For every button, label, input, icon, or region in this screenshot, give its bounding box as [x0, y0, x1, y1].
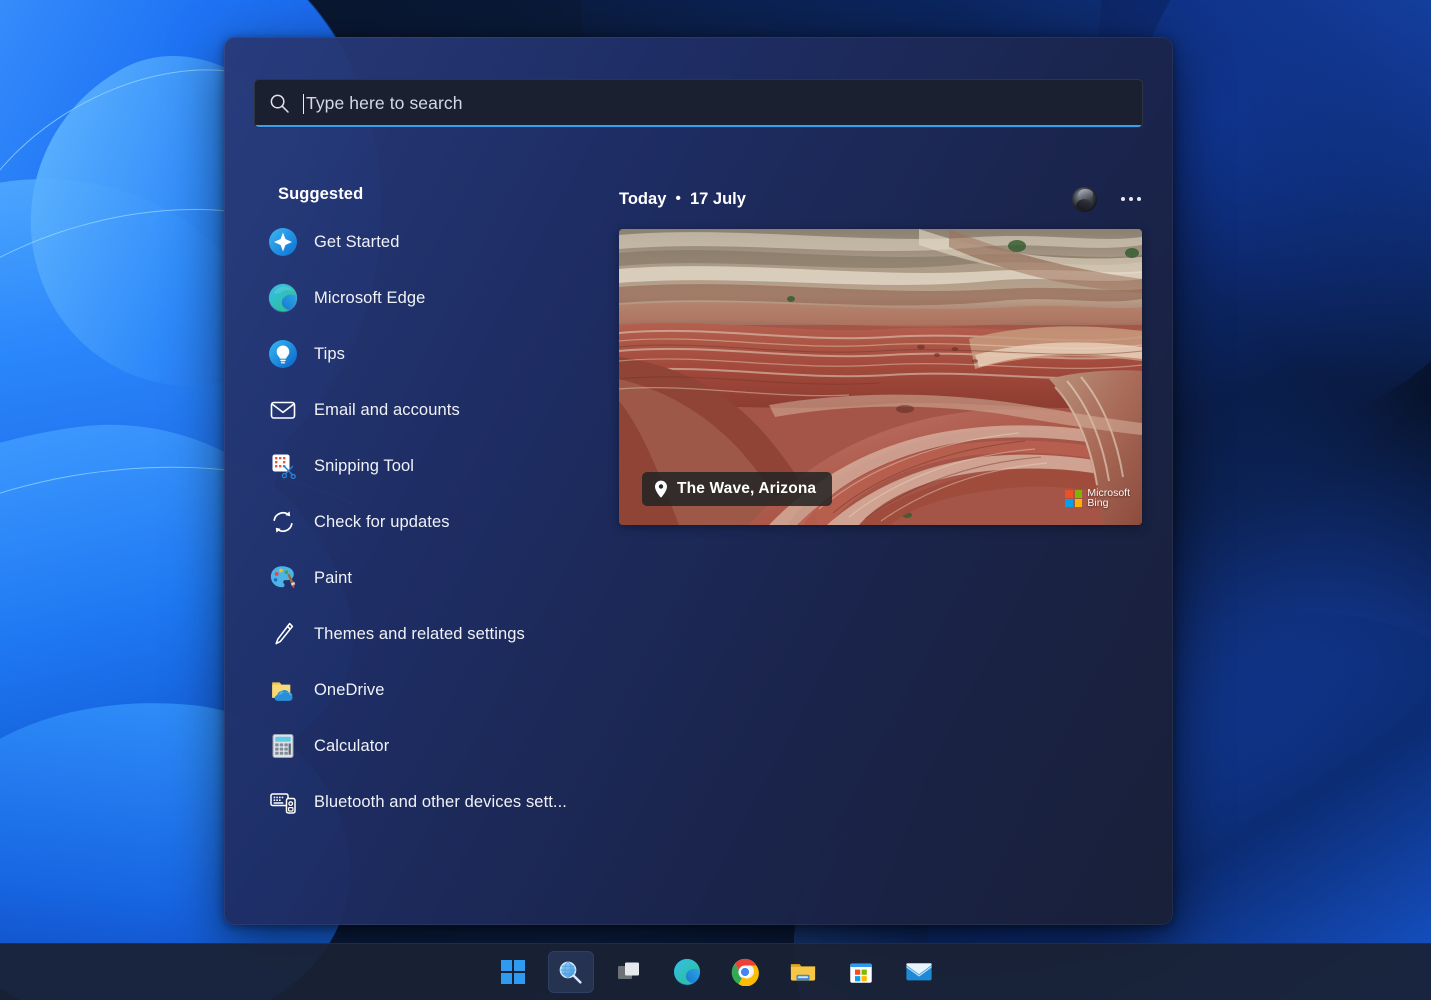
microsoft-edge-icon [673, 958, 701, 986]
today-column: Today • 17 July [619, 185, 1143, 525]
account-avatar[interactable] [1072, 187, 1097, 212]
today-separator: • [675, 191, 681, 207]
taskbar-mail-button[interactable] [896, 951, 942, 993]
taskbar-task-view-button[interactable] [606, 951, 652, 993]
suggested-item-microsoft-edge[interactable]: Microsoft Edge [254, 274, 604, 322]
microsoft-logo-icon [1065, 490, 1082, 507]
search-icon [269, 93, 290, 114]
taskbar-start-button[interactable] [490, 951, 536, 993]
windows-start-icon [500, 959, 526, 985]
task-view-icon [616, 959, 642, 985]
suggested-item-label: Bluetooth and other devices sett... [314, 793, 567, 812]
paint-palette-icon [266, 561, 300, 595]
suggested-item-label: OneDrive [314, 681, 385, 700]
photo-caption-text: The Wave, Arizona [677, 480, 816, 498]
search-flyout-panel: Type here to search Suggested [224, 37, 1173, 925]
suggested-item-label: Snipping Tool [314, 457, 414, 476]
bing-watermark: Microsoft Bing [1065, 488, 1130, 509]
today-date: 17 July [690, 190, 746, 209]
more-dot [1121, 197, 1125, 201]
search-placeholder: Type here to search [306, 93, 463, 114]
suggested-item-label: Microsoft Edge [314, 289, 425, 308]
search-focus-underline [255, 125, 1142, 128]
taskbar-edge-button[interactable] [664, 951, 710, 993]
suggested-item-snipping-tool[interactable]: Snipping Tool [254, 442, 604, 490]
panel-body: Suggested [224, 147, 1173, 925]
suggested-item-label: Check for updates [314, 513, 450, 532]
location-pin-icon [654, 480, 668, 498]
suggested-item-tips[interactable]: Tips [254, 330, 604, 378]
more-dot [1129, 197, 1133, 201]
microsoft-edge-icon [266, 281, 300, 315]
bing-photo-of-the-day-card[interactable]: The Wave, Arizona Microsoft Bing [619, 229, 1142, 525]
suggested-item-calculator[interactable]: Calculator [254, 722, 604, 770]
taskbar-search-button[interactable] [548, 951, 594, 993]
suggested-item-check-for-updates[interactable]: Check for updates [254, 498, 604, 546]
search-globe-icon [557, 959, 584, 986]
today-header: Today • 17 July [619, 185, 1143, 213]
bing-watermark-text: Microsoft Bing [1087, 488, 1130, 509]
suggested-item-label: Get Started [314, 233, 399, 252]
google-chrome-icon [731, 958, 759, 986]
devices-icon [266, 785, 300, 819]
today-label: Today [619, 190, 666, 209]
envelope-icon [266, 393, 300, 427]
search-input[interactable]: Type here to search [254, 79, 1143, 128]
suggested-item-onedrive[interactable]: OneDrive [254, 666, 604, 714]
get-started-icon [266, 225, 300, 259]
search-box-container: Type here to search [254, 79, 1143, 128]
taskbar [0, 943, 1431, 1000]
desktop: Type here to search Suggested [0, 0, 1431, 1000]
suggested-item-label: Themes and related settings [314, 625, 525, 644]
suggested-item-get-started[interactable]: Get Started [254, 218, 604, 266]
tips-lightbulb-icon [266, 337, 300, 371]
suggested-heading: Suggested [278, 185, 604, 204]
mail-envelope-icon [905, 959, 933, 985]
suggested-column: Suggested [254, 185, 604, 834]
more-options-button[interactable] [1119, 191, 1143, 207]
taskbar-microsoft-store-button[interactable] [838, 951, 884, 993]
snipping-tool-icon [266, 449, 300, 483]
refresh-arrows-icon [266, 505, 300, 539]
microsoft-store-icon [847, 958, 875, 986]
suggested-item-email-and-accounts[interactable]: Email and accounts [254, 386, 604, 434]
suggested-item-label: Email and accounts [314, 401, 460, 420]
paintbrush-icon [266, 617, 300, 651]
taskbar-chrome-button[interactable] [722, 951, 768, 993]
photo-caption: The Wave, Arizona [642, 472, 832, 506]
calculator-icon [266, 729, 300, 763]
suggested-item-paint[interactable]: Paint [254, 554, 604, 602]
text-cursor [303, 94, 304, 114]
more-dot [1137, 197, 1141, 201]
suggested-item-label: Calculator [314, 737, 389, 756]
onedrive-cloud-icon [266, 673, 300, 707]
file-explorer-folder-icon [789, 958, 817, 986]
taskbar-file-explorer-button[interactable] [780, 951, 826, 993]
suggested-item-label: Paint [314, 569, 352, 588]
suggested-item-label: Tips [314, 345, 345, 364]
watermark-line-bing: Bing [1087, 498, 1130, 509]
suggested-item-bluetooth-and-other-devices[interactable]: Bluetooth and other devices sett... [254, 778, 604, 826]
suggested-item-themes-and-related-settings[interactable]: Themes and related settings [254, 610, 604, 658]
